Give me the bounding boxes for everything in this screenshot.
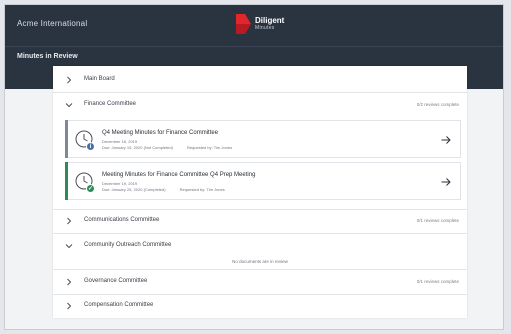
document-title: Meeting Minutes for Finance Committee Q4… xyxy=(102,172,256,178)
chevron-down-icon xyxy=(65,242,73,250)
organization-name: Acme International xyxy=(17,19,88,28)
app-window: Acme International Diligent Minutes Minu… xyxy=(4,4,504,330)
committee-row-governance[interactable]: Governance Committee 0/1 reviews complet… xyxy=(53,272,467,292)
divider xyxy=(53,209,467,210)
document-meta: Due: January 15, 2020 (Not Completed) Req… xyxy=(102,145,246,150)
document-card[interactable]: ✓ Meeting Minutes for Finance Committee … xyxy=(65,162,461,200)
document-date: December 16, 2019 xyxy=(102,139,138,144)
diligent-logo[interactable]: Diligent Minutes xyxy=(236,14,284,34)
chevron-right-icon xyxy=(65,217,73,225)
committee-list: Main Board Finance Committee 0/2 reviews… xyxy=(53,66,467,318)
due-date: Due: January 25, 2020 (Completed) xyxy=(102,187,166,192)
review-count: 0/1 reviews complete xyxy=(416,279,459,284)
arrow-right-icon[interactable] xyxy=(440,134,452,146)
requester: Requested by: Tim Jones xyxy=(179,187,225,192)
committee-name: Main Board xyxy=(84,76,115,82)
divider xyxy=(53,269,467,270)
page-title: Minutes in Review xyxy=(17,53,78,60)
committee-name: Communications Committee xyxy=(84,217,160,223)
status-accent-bar xyxy=(65,162,68,200)
arrow-right-icon[interactable] xyxy=(440,176,452,188)
committee-row-communications[interactable]: Communications Committee 0/1 reviews com… xyxy=(53,211,467,231)
committee-row-finance[interactable]: Finance Committee 0/2 reviews complete xyxy=(53,95,467,115)
committee-row-main-board[interactable]: Main Board xyxy=(53,70,467,90)
divider xyxy=(53,233,467,234)
committee-row-community-outreach[interactable]: Community Outreach Committee xyxy=(53,236,467,256)
review-count: 0/2 reviews complete xyxy=(416,102,459,107)
committee-row-compensation[interactable]: Compensation Committee xyxy=(53,296,467,316)
document-card[interactable]: i Q4 Meeting Minutes for Finance Committ… xyxy=(65,120,461,158)
committee-name: Governance Committee xyxy=(84,278,148,284)
top-bar: Acme International Diligent Minutes xyxy=(5,5,503,47)
divider xyxy=(53,294,467,295)
status-accent-bar xyxy=(65,120,68,158)
committee-name: Compensation Committee xyxy=(84,302,154,308)
committee-name: Finance Committee xyxy=(84,101,137,107)
due-date: Due: January 15, 2020 (Not Completed) xyxy=(102,145,173,150)
logo-mark-icon xyxy=(236,14,251,34)
document-date: December 19, 2019 xyxy=(102,181,138,186)
chevron-down-icon xyxy=(65,101,73,109)
review-count: 0/1 reviews complete xyxy=(416,218,459,223)
committee-name: Community Outreach Committee xyxy=(84,242,172,248)
chevron-right-icon xyxy=(65,76,73,84)
document-meta: Due: January 25, 2020 (Completed) Request… xyxy=(102,187,239,192)
chevron-right-icon xyxy=(65,302,73,310)
chevron-right-icon xyxy=(65,278,73,286)
logo-title: Diligent xyxy=(255,16,285,25)
complete-status-icon: ✓ xyxy=(86,184,95,193)
divider xyxy=(53,92,467,93)
empty-state-message: No documents are in review xyxy=(232,259,288,264)
document-title: Q4 Meeting Minutes for Finance Committee xyxy=(102,130,219,136)
info-status-icon: i xyxy=(86,142,95,151)
requester: Requested by: Tim Jones xyxy=(186,145,233,150)
logo-subtitle: Minutes xyxy=(255,25,275,31)
